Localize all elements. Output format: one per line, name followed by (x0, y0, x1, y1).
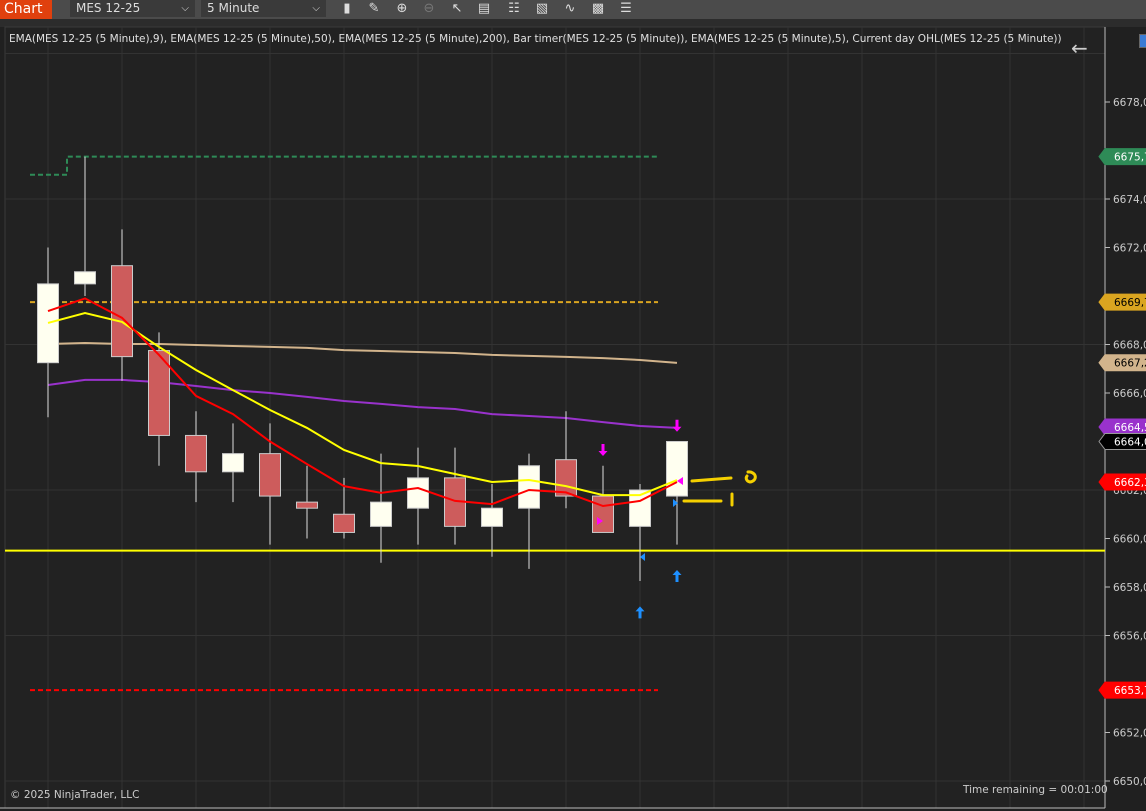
indicator-legend: EMA(MES 12-25 (5 Minute),9), EMA(MES 12-… (9, 33, 1062, 45)
price-marker-label: 6664,56 (1114, 422, 1146, 434)
candle-bullish (370, 501, 392, 527)
candle-bullish (518, 465, 540, 509)
price-chart[interactable]: 6678,00 6674,00 6672,00 6668,00 6666,00 6664,… (0, 0, 1146, 811)
price-tick-label: 6668,00 (1113, 340, 1146, 352)
price-tick-label: 6672,00 (1113, 243, 1146, 255)
candle-bullish (37, 283, 59, 364)
candle-bearish (296, 501, 318, 509)
candle-bullish (222, 453, 244, 473)
bar-timer-text: Time remaining = 00:01:00 (963, 784, 1108, 796)
candle-bullish (407, 477, 429, 509)
candle-bullish (481, 507, 503, 527)
price-tick-label: 6666,00 (1113, 388, 1146, 400)
price-tick-label: 6674,00 (1113, 194, 1146, 206)
price-marker-label: 6675,75 (1114, 152, 1146, 164)
candle-bearish (592, 495, 614, 533)
candle-bullish (74, 271, 96, 285)
price-marker-label: 6669,75 (1114, 297, 1146, 309)
candle-bearish (333, 513, 355, 533)
price-tick-label: 6660,00 (1113, 534, 1146, 546)
chart-corner-button[interactable] (1139, 34, 1146, 48)
price-tick-label: 6650,00 (1113, 776, 1146, 788)
price-marker-label: 6662,33 (1114, 477, 1146, 489)
price-marker-label: 6653,75 (1114, 685, 1146, 697)
price-marker-label: 6667,25 (1114, 358, 1146, 370)
price-marker-label: 6664,00 (1114, 437, 1146, 449)
candle-bearish (259, 453, 281, 497)
candle-bearish (185, 434, 207, 473)
copyright-text: © 2025 NinjaTrader, LLC (10, 789, 140, 801)
price-tick-label: 6656,00 (1113, 631, 1146, 643)
candle-bearish (555, 459, 577, 497)
candle-bullish (666, 441, 688, 497)
back-arrow-icon[interactable]: ← (1071, 36, 1088, 60)
price-tick-label: 6652,00 (1113, 728, 1146, 740)
candle-bearish (111, 265, 133, 358)
price-tick-label: 6658,00 (1113, 582, 1146, 594)
price-tick-label: 6678,00 (1113, 97, 1146, 109)
